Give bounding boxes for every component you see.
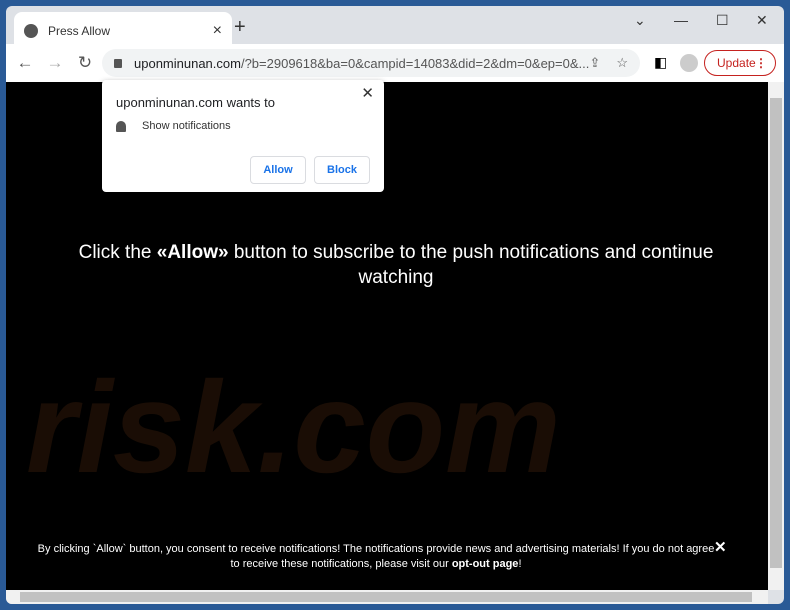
- tab-close-icon[interactable]: ×: [213, 22, 222, 40]
- close-window-button[interactable]: ✕: [756, 12, 768, 29]
- notification-permission-popup: uponminunan.com wants to ✕ Show notifica…: [102, 80, 384, 192]
- globe-icon: [24, 24, 38, 38]
- permission-row: Show notifications: [116, 120, 231, 132]
- watermark: risk.com: [26, 354, 561, 500]
- opt-out-link[interactable]: opt-out page: [452, 558, 519, 570]
- star-icon[interactable]: ☆: [616, 55, 628, 71]
- horizontal-scrollbar[interactable]: [6, 590, 768, 604]
- consent-footer: By clicking `Allow` button, you consent …: [37, 543, 715, 570]
- url-path: /?b=2909618&ba=0&campid=14083&did=2&dm=0…: [240, 55, 590, 71]
- share-icon[interactable]: ⇪: [589, 55, 600, 71]
- update-button[interactable]: Update ⋮: [704, 50, 776, 76]
- minimize-button[interactable]: —: [674, 12, 688, 28]
- forward-button[interactable]: →: [40, 53, 70, 73]
- address-bar[interactable]: uponminunan.com/?b=2909618&ba=0&campid=1…: [102, 49, 640, 77]
- popup-close-icon[interactable]: ✕: [361, 84, 374, 102]
- lock-icon: [114, 58, 122, 68]
- menu-icon[interactable]: ⋮: [755, 56, 767, 70]
- headline: Click the «Allow» button to subscribe to…: [78, 242, 714, 288]
- new-tab-button[interactable]: +: [234, 16, 246, 39]
- maximize-button[interactable]: ☐: [716, 12, 729, 29]
- tab-search-icon[interactable]: ⌄: [634, 12, 646, 29]
- block-button[interactable]: Block: [314, 156, 370, 184]
- back-button[interactable]: ←: [10, 53, 40, 73]
- bell-icon: [116, 120, 126, 132]
- allow-button[interactable]: Allow: [250, 156, 306, 184]
- popup-title: uponminunan.com wants to: [116, 95, 275, 110]
- footer-close-icon[interactable]: ✕: [714, 538, 727, 556]
- vertical-scrollbar[interactable]: [768, 82, 784, 590]
- reload-button[interactable]: ↻: [70, 53, 100, 73]
- update-label: Update: [717, 56, 756, 70]
- tab-title: Press Allow: [48, 24, 111, 38]
- browser-window: Press Allow × + ⌄ — ☐ ✕ ← → ↻ uponminuna…: [6, 6, 784, 604]
- profile-avatar[interactable]: [680, 54, 698, 72]
- side-panel-icon[interactable]: ◧: [654, 54, 667, 71]
- url-host: uponminunan.com: [134, 55, 241, 71]
- toolbar: ← → ↻ uponminunan.com/?b=2909618&ba=0&ca…: [6, 44, 784, 82]
